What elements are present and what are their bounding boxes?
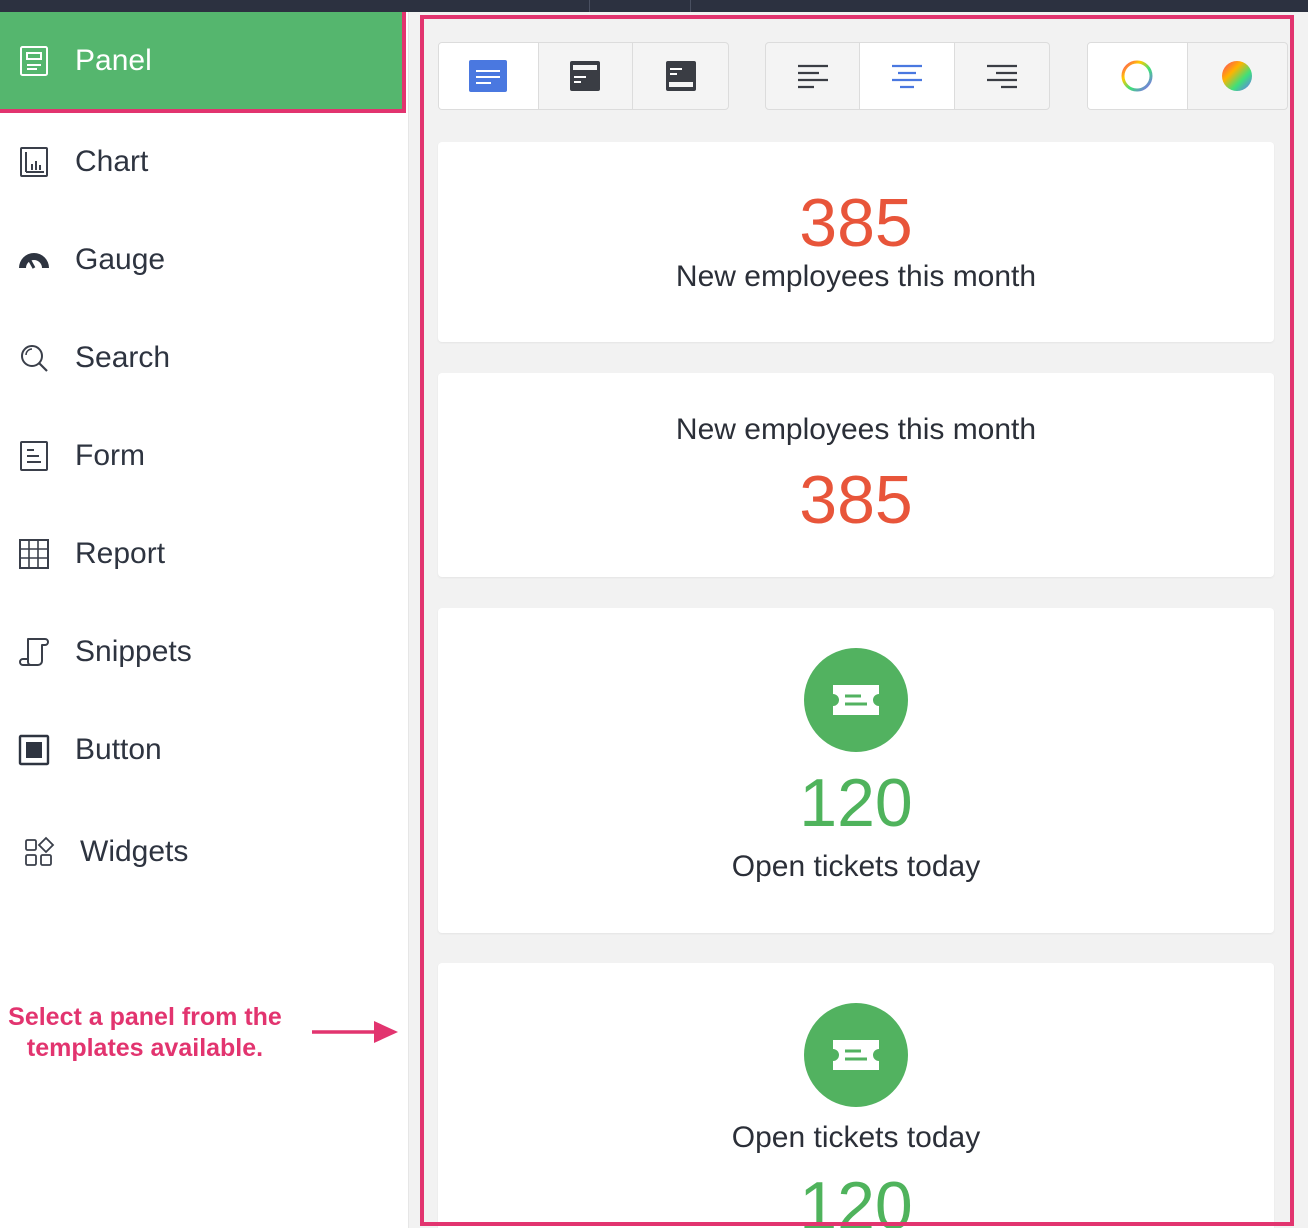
sidebar: Panel Chart Gauge Search Form Report Sni… — [0, 12, 409, 1228]
metric-value: 120 — [799, 765, 913, 841]
sidebar-item-form[interactable]: Form — [0, 407, 406, 505]
sidebar-item-label: Button — [75, 733, 162, 766]
align-right-icon — [986, 64, 1017, 89]
sidebar-item-button[interactable]: Button — [0, 701, 406, 799]
sidebar-item-label: Form — [75, 439, 145, 472]
layout-plain-icon — [469, 60, 508, 92]
sidebar-item-snippets[interactable]: Snippets — [0, 603, 406, 701]
widgets-icon — [25, 836, 55, 866]
layout-header-icon — [570, 61, 601, 91]
top-bar — [0, 0, 1308, 12]
annotation-text: Select a panel from the templates availa… — [0, 1002, 290, 1064]
arrow-right-icon — [312, 1021, 398, 1043]
align-right-button[interactable] — [955, 43, 1049, 109]
panel-template-card[interactable]: New employees this month 385 — [438, 373, 1274, 577]
search-icon — [21, 345, 48, 372]
color-fill-button[interactable] — [1188, 43, 1288, 109]
metric-caption: Open tickets today — [731, 850, 981, 883]
layout-plain-button[interactable] — [439, 43, 539, 109]
ticket-icon — [833, 1040, 879, 1070]
metric-caption: Open tickets today — [731, 1121, 981, 1154]
sidebar-item-label: Widgets — [80, 835, 189, 868]
annotation-line: templates available. — [26, 1034, 264, 1062]
sidebar-item-label: Panel — [75, 43, 152, 77]
snippets-icon — [19, 638, 49, 666]
layout-dark-header-button[interactable] — [633, 43, 728, 109]
align-left-button[interactable] — [766, 43, 861, 109]
align-center-button[interactable] — [860, 43, 955, 109]
metric-value: 385 — [799, 462, 913, 538]
chart-icon — [20, 147, 48, 177]
color-outline-button[interactable] — [1088, 43, 1188, 109]
layout-header-button[interactable] — [539, 43, 634, 109]
sidebar-item-gauge[interactable]: Gauge — [0, 211, 406, 309]
sidebar-item-label: Chart — [75, 145, 149, 178]
metric-caption: New employees this month — [675, 260, 1037, 293]
gauge-icon — [19, 253, 49, 269]
sidebar-item-label: Gauge — [75, 243, 166, 276]
panel-template-card[interactable]: 120 Open tickets today — [438, 608, 1274, 933]
sidebar-item-panel[interactable]: Panel — [0, 12, 406, 113]
button-icon — [18, 734, 50, 766]
metric-value: 385 — [799, 185, 913, 261]
sidebar-item-label: Report — [75, 537, 166, 570]
panel-icon — [20, 45, 48, 76]
ticket-badge — [804, 648, 908, 752]
report-icon — [19, 539, 49, 569]
sidebar-item-label: Snippets — [75, 635, 192, 668]
align-left-icon — [797, 64, 828, 89]
metric-value: 120 — [799, 1168, 913, 1228]
sidebar-item-label: Search — [75, 341, 171, 374]
annotation-line: Select a panel from the — [8, 1003, 282, 1031]
sidebar-item-chart[interactable]: Chart — [0, 113, 406, 211]
sidebar-item-report[interactable]: Report — [0, 505, 406, 603]
panel-template-card[interactable]: 385 New employees this month — [438, 142, 1274, 342]
panel-template-card[interactable]: Open tickets today 120 — [438, 963, 1274, 1228]
alignment-button-group — [765, 42, 1050, 110]
metric-caption: New employees this month — [675, 413, 1037, 446]
align-center-icon — [891, 64, 922, 89]
sidebar-item-search[interactable]: Search — [0, 309, 406, 407]
sidebar-item-widgets[interactable]: Widgets — [0, 803, 406, 901]
color-style-button-group — [1087, 42, 1288, 110]
layout-button-group — [438, 42, 729, 110]
top-bar-divider — [690, 0, 691, 12]
ticket-icon — [833, 685, 879, 715]
color-outline-icon — [1121, 60, 1153, 92]
layout-dark-header-icon — [665, 61, 696, 91]
form-icon — [20, 441, 48, 471]
top-bar-divider — [589, 0, 590, 12]
color-fill-icon — [1222, 61, 1253, 91]
ticket-badge — [804, 1003, 908, 1107]
